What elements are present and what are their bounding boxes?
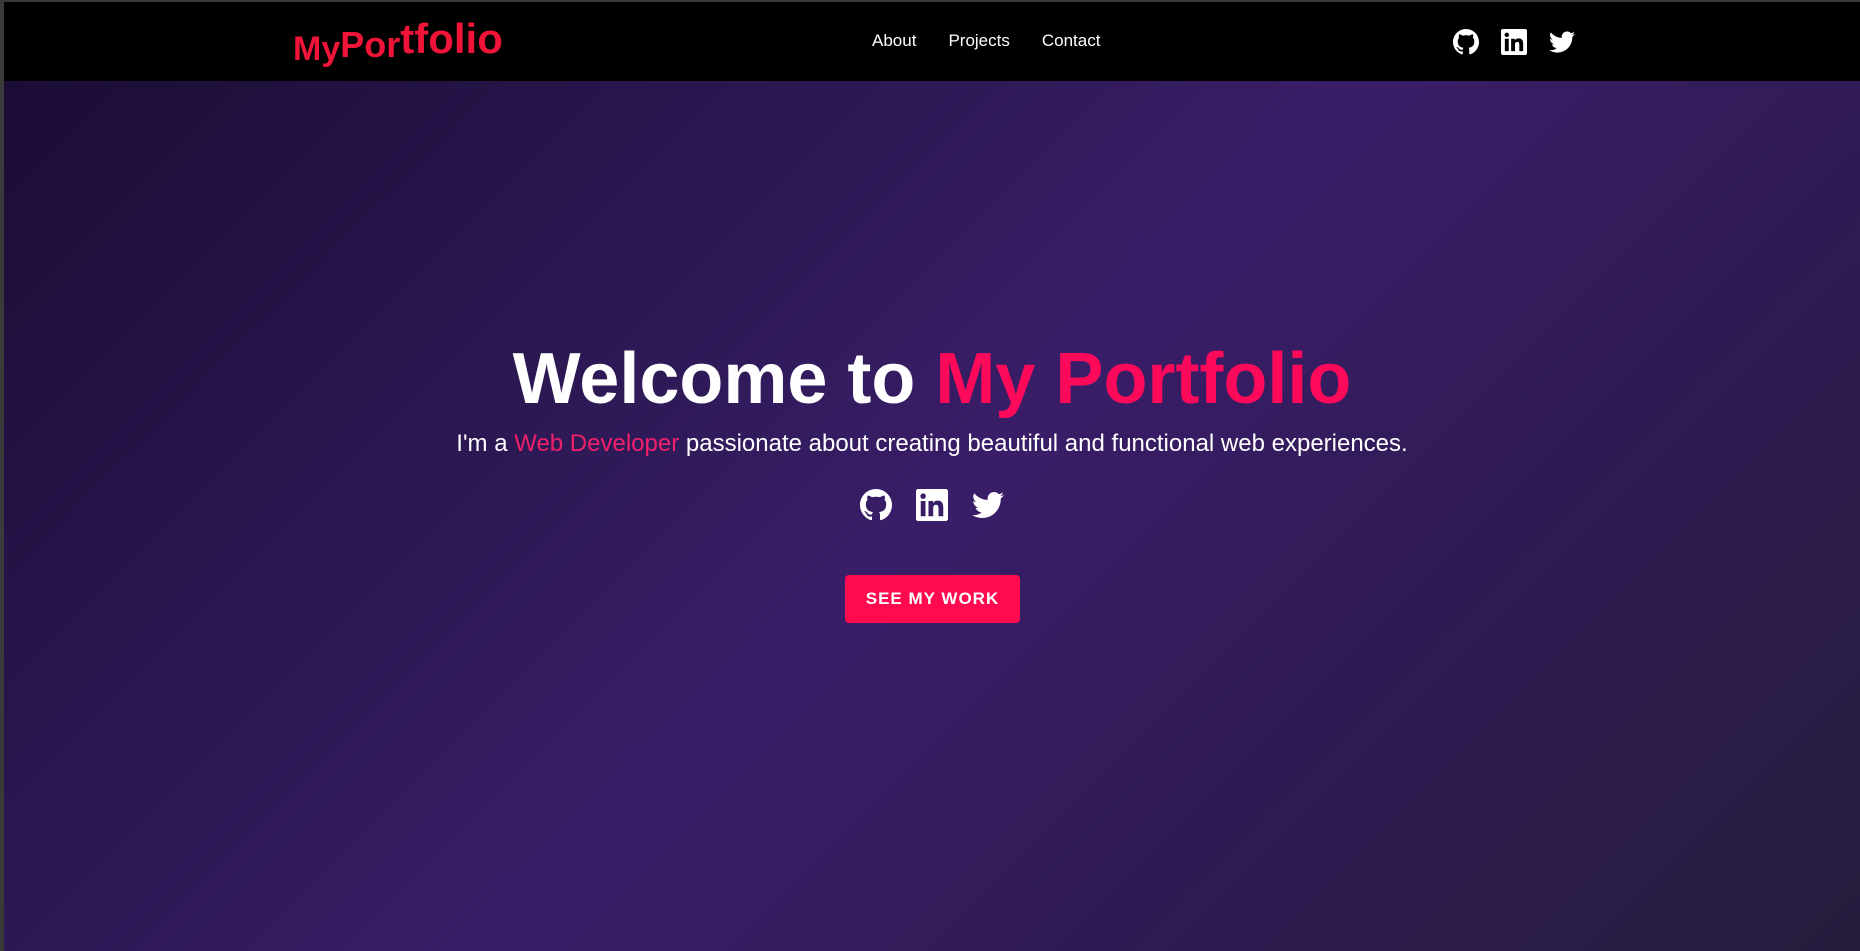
hero-title: Welcome to My Portfolio bbox=[4, 337, 1860, 421]
see-my-work-button[interactable]: SEE MY WORK bbox=[845, 575, 1020, 623]
logo-text-tfolio: tfolio bbox=[400, 15, 503, 62]
logo-text-por: Por bbox=[340, 24, 401, 65]
hero-social-links bbox=[860, 489, 1028, 521]
site-logo[interactable]: My Por tfolio bbox=[293, 8, 503, 68]
twitter-icon[interactable] bbox=[1549, 29, 1575, 55]
twitter-icon[interactable] bbox=[972, 489, 1004, 521]
hero-subtitle-suffix: passionate about creating beautiful and … bbox=[679, 430, 1408, 457]
hero-title-accent: My Portfolio bbox=[935, 339, 1352, 419]
linkedin-icon[interactable] bbox=[916, 489, 948, 521]
nav-link-contact[interactable]: Contact bbox=[1042, 31, 1101, 51]
linkedin-icon[interactable] bbox=[1501, 29, 1527, 55]
github-icon[interactable] bbox=[860, 489, 892, 521]
nav-link-about[interactable]: About bbox=[872, 31, 916, 51]
page: My Por tfolio About Projects Contact Welco… bbox=[4, 2, 1860, 951]
hero-title-prefix: Welcome to bbox=[512, 339, 936, 419]
nav-social-links bbox=[1453, 29, 1597, 55]
hero-subtitle-prefix: I'm a bbox=[456, 430, 515, 457]
hero-subtitle: I'm a Web Developer passionate about cre… bbox=[4, 429, 1860, 459]
nav-link-projects[interactable]: Projects bbox=[948, 31, 1009, 51]
logo-text-my: My bbox=[293, 30, 341, 68]
hero-section: Welcome to My Portfolio I'm a Web Develo… bbox=[4, 81, 1860, 951]
github-icon[interactable] bbox=[1453, 29, 1479, 55]
nav-links: About Projects Contact bbox=[872, 31, 1132, 51]
navbar: My Por tfolio About Projects Contact bbox=[4, 2, 1860, 81]
hero-subtitle-role: Web Developer bbox=[514, 430, 680, 457]
